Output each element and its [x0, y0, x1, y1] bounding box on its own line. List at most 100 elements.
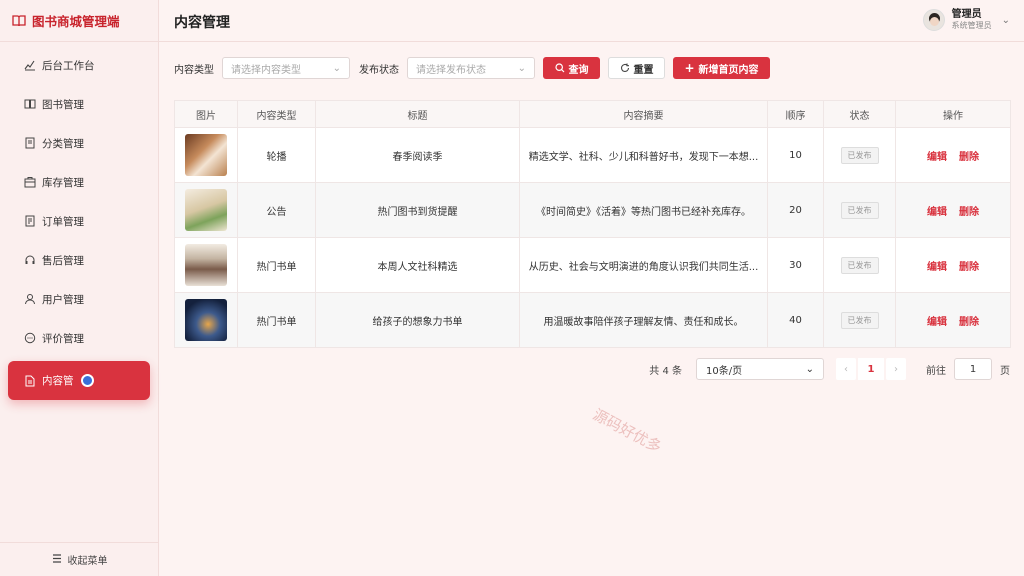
sidebar-item-orders[interactable]: 订单管理 — [8, 203, 150, 239]
column-header[interactable]: 图片 — [174, 100, 238, 128]
page-title: 内容管理 — [174, 15, 230, 31]
publish-status-placeholder: 请选择发布状态 — [416, 64, 486, 76]
document-icon — [24, 375, 36, 387]
next-page-button[interactable]: › — [886, 358, 906, 380]
content-type-cell: 轮播 — [237, 127, 316, 183]
collapse-menu-button[interactable]: 收起菜单 — [0, 542, 159, 576]
content-type-label: 内容类型 — [174, 64, 214, 76]
sidebar-item-books[interactable]: 图书管理 — [8, 86, 150, 122]
page-number[interactable]: 1 — [858, 358, 884, 380]
add-content-button[interactable]: + 新增首页内容 — [673, 57, 770, 79]
sidebar-item-label: 订单管理 — [42, 215, 84, 228]
avatar — [922, 9, 945, 31]
sidebar-item-label: 售后管理 — [42, 254, 84, 267]
sidebar-item-inventory[interactable]: 库存管理 — [8, 164, 150, 200]
app-brand[interactable]: 图书商城管理端 — [0, 0, 158, 42]
edit-button[interactable]: 编辑 — [927, 317, 947, 328]
book-icon — [24, 98, 36, 110]
sidebar-item-label: 用户管理 — [42, 293, 84, 306]
status-badge: 已发布 — [840, 201, 879, 219]
content-type-select[interactable]: 请选择内容类型 ⌄ — [222, 57, 350, 79]
delete-button[interactable]: 删除 — [959, 152, 979, 163]
prev-page-button[interactable]: ‹ — [836, 358, 856, 380]
top-header: 内容管理 管理员 系统管理员 ⌄ — [159, 0, 1024, 42]
content-thumbnail[interactable] — [185, 244, 227, 286]
sidebar-item-after-sales[interactable]: 售后管理 — [8, 242, 150, 278]
column-header[interactable]: 状态 — [823, 100, 896, 128]
summary-cell: 精选文学、社科、少儿和科普好书，发现下一本想... — [528, 151, 759, 163]
sidebar-item-label: 库存管理 — [42, 176, 84, 189]
edit-button[interactable]: 编辑 — [927, 152, 947, 163]
publish-status-select[interactable]: 请选择发布状态 ⌄ — [407, 57, 535, 79]
table-row: 热门书单 本周人文社科精选 从历史、社会与文明演进的角度认识我们共同生活... … — [174, 237, 1011, 293]
inventory-icon — [24, 176, 36, 188]
status-badge: 已发布 — [840, 256, 879, 274]
title-cell: 热门图书到货提醒 — [315, 182, 520, 238]
column-header[interactable]: 操作 — [895, 100, 1011, 128]
table-row: 热门书单 给孩子的想象力书单 用温暖故事陪伴孩子理解友情、责任和成长。 40 已… — [174, 292, 1011, 348]
sidebar-item-categories[interactable]: 分类管理 — [8, 125, 150, 161]
refresh-icon — [620, 63, 629, 72]
title-cell: 本周人文社科精选 — [315, 237, 520, 293]
content-type-cell: 热门书单 — [237, 292, 316, 348]
collapse-label: 收起菜单 — [67, 556, 108, 567]
goto-label: 前往 — [926, 365, 946, 377]
content-type-placeholder: 请选择内容类型 — [231, 64, 301, 76]
order-cell: 10 — [767, 127, 824, 183]
title-cell: 给孩子的想象力书单 — [315, 292, 520, 348]
edit-button[interactable]: 编辑 — [927, 207, 947, 218]
column-header[interactable]: 顺序 — [767, 100, 824, 128]
reset-button[interactable]: 重置 — [608, 57, 665, 79]
table-row: 轮播 春季阅读季 精选文学、社科、少儿和科普好书，发现下一本想... 10 已发… — [174, 127, 1011, 183]
sidebar-item-reviews[interactable]: 评价管理 — [8, 320, 150, 356]
page-size-select[interactable]: 10条/页 ⌄ — [696, 358, 824, 380]
column-header[interactable]: 内容摘要 — [519, 100, 768, 128]
sidebar-item-label: 图书管理 — [42, 98, 84, 111]
search-icon — [554, 63, 564, 73]
content-thumbnail[interactable] — [185, 299, 227, 341]
order-cell: 40 — [767, 292, 824, 348]
edit-button[interactable]: 编辑 — [927, 262, 947, 273]
query-label: 查询 — [568, 64, 589, 76]
sidebar-item-content[interactable]: 内容管 — [8, 361, 150, 400]
content-thumbnail[interactable] — [185, 189, 227, 231]
category-icon — [24, 137, 36, 149]
sidebar: 图书商城管理端 后台工作台 图书管理 分类管理 库存管理 订单管理 售后管理 用… — [0, 0, 159, 576]
column-header[interactable]: 内容类型 — [237, 100, 316, 128]
plus-icon: + — [684, 61, 695, 75]
content-type-cell: 热门书单 — [237, 237, 316, 293]
chevron-down-icon: ⌄ — [332, 62, 341, 74]
order-cell: 30 — [767, 237, 824, 293]
table-row: 公告 热门图书到货提醒 《时间简史》《活着》等热门图书已经补充库存。 20 已发… — [174, 182, 1011, 238]
order-cell: 20 — [767, 182, 824, 238]
delete-button[interactable]: 删除 — [959, 207, 979, 218]
user-name: 管理员 — [951, 9, 982, 20]
sidebar-item-label: 分类管理 — [42, 137, 84, 150]
sidebar-item-dashboard[interactable]: 后台工作台 — [8, 47, 150, 83]
query-button[interactable]: 查询 — [543, 57, 600, 79]
sidebar-item-label: 内容管 — [42, 375, 74, 387]
summary-cell: 从历史、社会与文明演进的角度认识我们共同生活... — [528, 261, 759, 273]
sidebar-item-label: 后台工作台 — [42, 59, 95, 72]
sidebar-item-label: 评价管理 — [42, 332, 84, 345]
pagination: 共 4 条 10条/页 ⌄ ‹ 1 › 前往 1 页 — [649, 358, 1010, 380]
user-menu[interactable]: 管理员 系统管理员 ⌄ — [922, 9, 1010, 31]
goto-page-input[interactable]: 1 — [954, 358, 992, 380]
cursor-indicator — [81, 374, 94, 387]
chevron-down-icon: ⌄ — [517, 62, 526, 74]
sidebar-nav: 后台工作台 图书管理 分类管理 库存管理 订单管理 售后管理 用户管理 评价管理… — [0, 42, 158, 400]
delete-button[interactable]: 删除 — [959, 317, 979, 328]
delete-button[interactable]: 删除 — [959, 262, 979, 273]
total-count: 共 4 条 — [649, 365, 682, 377]
page-suffix: 页 — [1000, 365, 1010, 377]
content-thumbnail[interactable] — [185, 134, 227, 176]
watermark: 源码好优多 — [589, 405, 665, 457]
reset-label: 重置 — [633, 64, 654, 76]
book-logo-icon — [12, 14, 26, 26]
chevron-down-icon: ⌄ — [1001, 14, 1010, 26]
headset-icon — [24, 254, 36, 266]
status-badge: 已发布 — [840, 311, 879, 329]
title-cell: 春季阅读季 — [315, 127, 520, 183]
sidebar-item-users[interactable]: 用户管理 — [8, 281, 150, 317]
column-header[interactable]: 标题 — [315, 100, 520, 128]
